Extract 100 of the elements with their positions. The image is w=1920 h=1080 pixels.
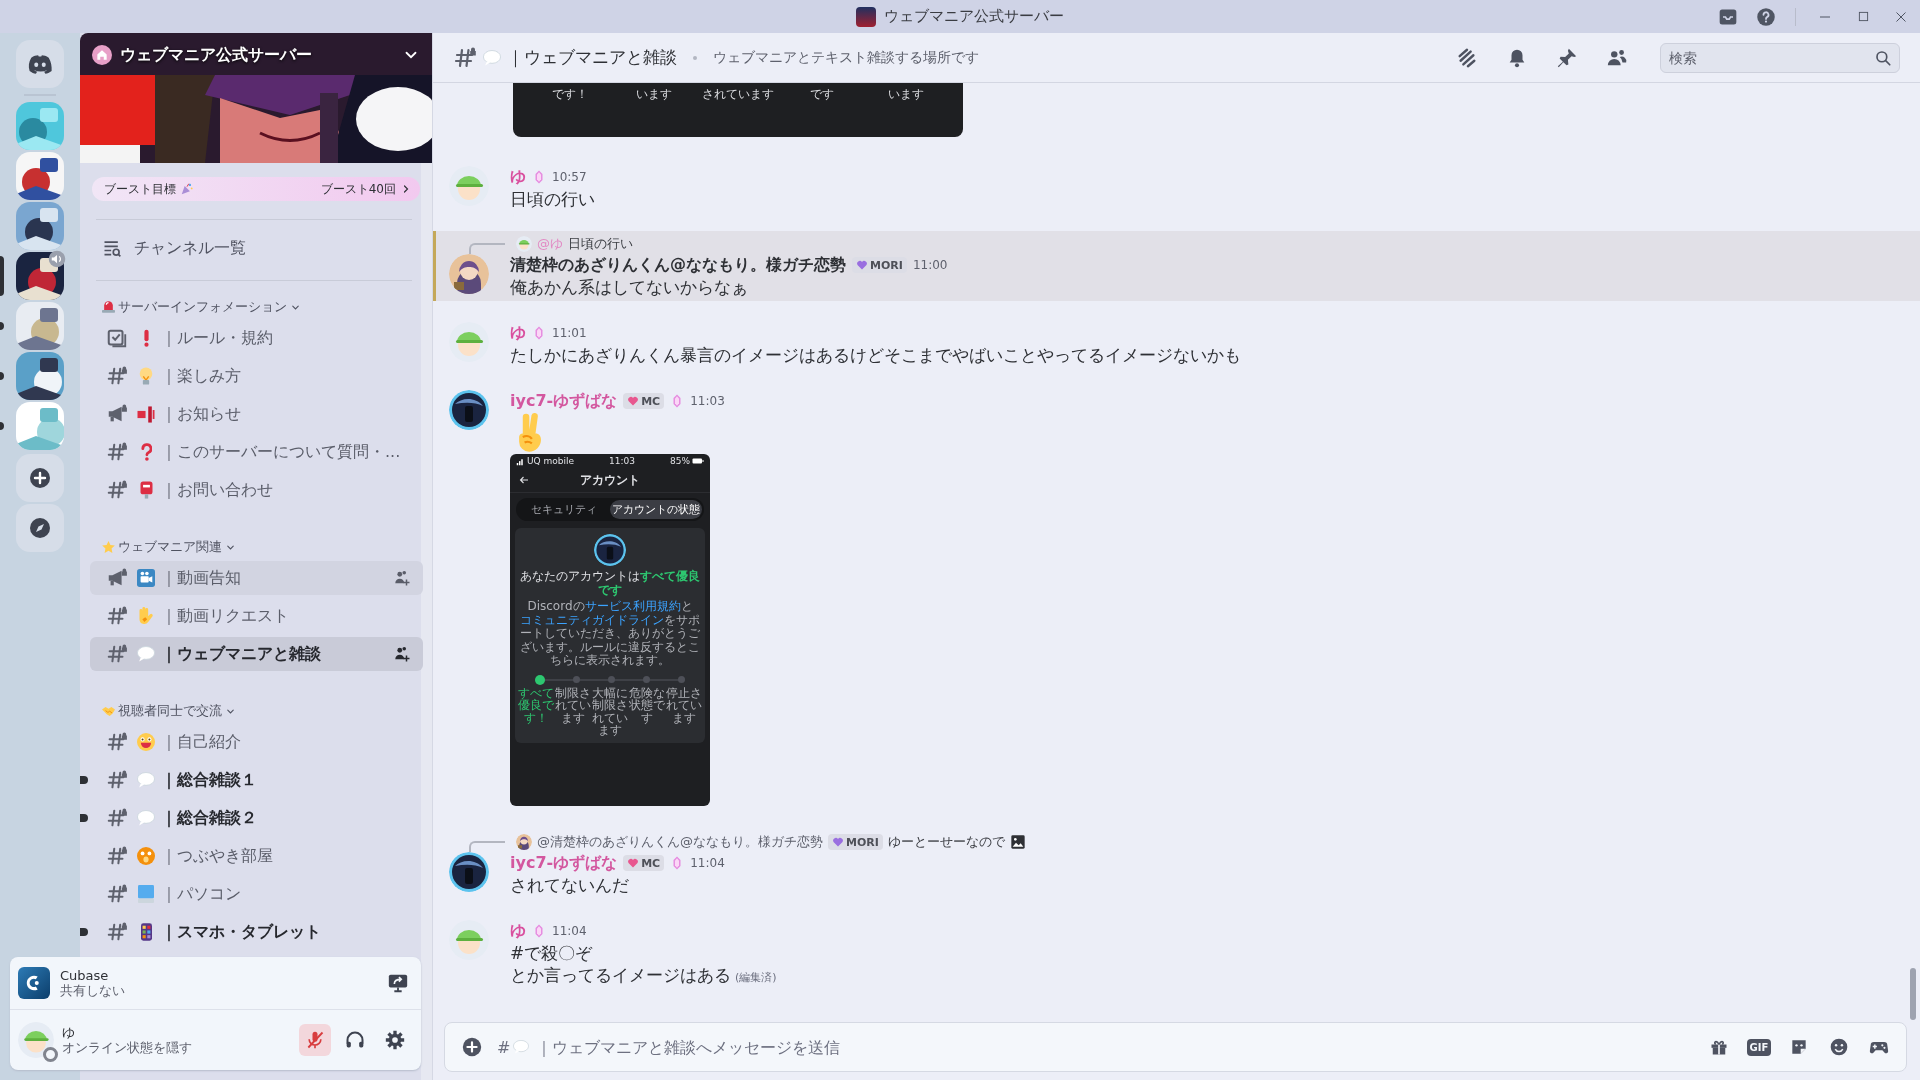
text-link[interactable]: サービス利用規約 [584,599,681,613]
hash-icon [106,479,128,501]
user-avatar [449,920,489,960]
role-tag[interactable]: MC [623,855,665,871]
channel-item[interactable]: ｜ウェブマニアと雑談 [90,637,423,671]
add-member-icon[interactable] [393,645,411,663]
screen-share-icon[interactable] [387,972,409,994]
server-name[interactable]: ウェブマニア公式サーバー [120,44,394,66]
author-name[interactable]: ゆ [510,166,526,188]
discover-button[interactable] [16,504,64,552]
server-icon[interactable] [16,252,64,300]
role-tag[interactable]: MC [623,393,665,409]
search-icon [1874,48,1892,67]
activity-status: 共有しない [60,983,126,998]
add-server-button[interactable] [16,454,64,502]
hash-icon [106,921,128,943]
channel-item[interactable]: ｜自己紹介 [90,725,423,759]
hash-icon [106,731,128,753]
user-avatar [449,254,489,294]
author-name[interactable]: iyc7-ゆずばな [510,390,618,412]
category-name[interactable]: ウェブマニア関連 [118,538,222,556]
placeholder-prefix: # [497,1037,511,1057]
add-attachment-icon[interactable] [461,1036,483,1058]
maximize-icon[interactable] [1857,11,1869,22]
reply-preview[interactable]: ゆーとーせーなので [887,833,1005,851]
channel-item[interactable]: ｜楽しみ方 [90,359,423,393]
channel-item[interactable]: ｜つぶやき部屋 [90,839,423,873]
account-status-headline: あなたのアカウントはすべて優良です [519,569,701,597]
user-avatar [449,322,489,362]
author-name[interactable]: iyc7-ゆずばな [510,852,618,874]
channel-item[interactable]: ｜パソコン [90,877,423,911]
category-name[interactable]: サーバーインフォメーション [118,298,287,316]
server-icon[interactable] [16,202,64,250]
headphones-icon[interactable] [345,1030,365,1050]
emoji-icon[interactable] [1829,1037,1849,1057]
app-name: Cubase [60,968,110,983]
signal-icon [137,405,155,423]
channel-item[interactable]: ｜お知らせ [90,397,423,431]
hash-icon [106,807,128,829]
home-button[interactable] [16,40,64,88]
category-name[interactable]: 視聴者同士で交流 [118,702,222,720]
channel-item[interactable]: ｜ルール・規約 [90,321,423,355]
speech-bubble-icon [137,772,155,788]
role-tag[interactable]: MORI [828,834,883,850]
message-text: 日頃の行い [510,189,595,209]
channel-item[interactable]: ｜スマホ・タブレット [90,915,423,949]
settings-icon[interactable] [385,1030,405,1050]
home-icon [95,48,109,62]
close-icon[interactable] [1895,10,1907,23]
tab[interactable]: アカウントの状態 [610,500,702,519]
browse-channels-item[interactable]: チャンネル一覧 [90,230,423,266]
pin-icon[interactable] [1556,46,1578,69]
author-name[interactable]: ゆ [510,322,526,344]
channel-item[interactable]: ｜お問い合わせ [90,473,423,507]
role-name: MORI [846,835,879,849]
role-tag[interactable]: MORI [852,257,907,273]
attachment-image[interactable]: です！ います されています です います [513,83,963,137]
gif-button[interactable]: GIF [1746,1038,1772,1056]
speech-bubble-icon [137,646,155,662]
boost-goal-bar[interactable]: ブースト目標 ブースト40回 [92,177,420,201]
microphone-button[interactable] [299,1024,331,1056]
search-field[interactable]: 検索 [1660,42,1900,73]
reply-preview[interactable]: 日頃の行い [568,235,633,253]
bulb-icon [139,367,153,385]
question-icon [140,443,152,461]
channel-item[interactable]: ｜総合雑談２ [90,801,423,835]
threads-icon[interactable] [1456,46,1478,69]
postbox-icon [139,481,153,499]
author-name[interactable]: ゆ [510,920,526,942]
user-status: オンライン状態を隠す [62,1040,193,1055]
timestamp: 10:57 [552,170,587,184]
channel-item[interactable]: ｜動画リクエスト [90,599,423,633]
channel-item[interactable]: ｜動画告知 [90,561,423,595]
message-composer[interactable]: # ｜ウェブマニアと雑談へメッセージを送信 GIF [444,1022,1907,1072]
message-input[interactable]: ｜ウェブマニアと雑談へメッセージを送信 [534,1036,1692,1058]
channel-item[interactable]: ｜このサーバーについて質問・... [90,435,423,469]
server-icon[interactable] [16,152,64,200]
help-icon[interactable] [1756,6,1776,27]
tab[interactable]: セキュリティ [518,500,610,519]
phone-screenshot[interactable]: UQ mobile 11:03 85% アカウント セキュリティ アカウントの状態 あなたのアカウントはすべて優良です Discordのサービス利用規約 と コミュニティガイドラインをサポートしていただき、ありがとうございます。ルールに違反するとこちらに表示されます。 すべて優良です！ 制限されています 大幅に制限されています 危険な状態です 停止されています [510,454,710,806]
text-link[interactable]: コミュニティガイドライン [520,612,664,627]
scrollbar-thumb[interactable] [1910,968,1916,1020]
plus-icon [28,466,52,490]
add-member-icon[interactable] [393,569,411,587]
back-arrow-icon[interactable] [518,474,530,486]
clock: 11:03 [609,456,635,466]
muted-microphone-icon[interactable] [305,1030,325,1050]
role-name: MC [641,394,661,408]
author-name[interactable]: 清楚枠のあざりんくん@ななもり。様ガチ恋勢 [510,254,846,276]
timestamp: 11:00 [912,258,948,272]
hash-icon [106,441,128,463]
channel-item[interactable]: ｜総合雑談１ [90,763,423,797]
monitor-icon [138,885,154,903]
sticker-icon[interactable] [1789,1037,1809,1057]
hash-icon [106,605,128,627]
user-name: ゆ [62,1025,76,1040]
image-label: されています [702,87,774,103]
server-icon[interactable] [16,352,64,400]
reply-mention[interactable]: @清楚枠のあざりんくん@ななもり。様ガチ恋勢 [537,833,823,851]
image-label: です [809,87,835,103]
